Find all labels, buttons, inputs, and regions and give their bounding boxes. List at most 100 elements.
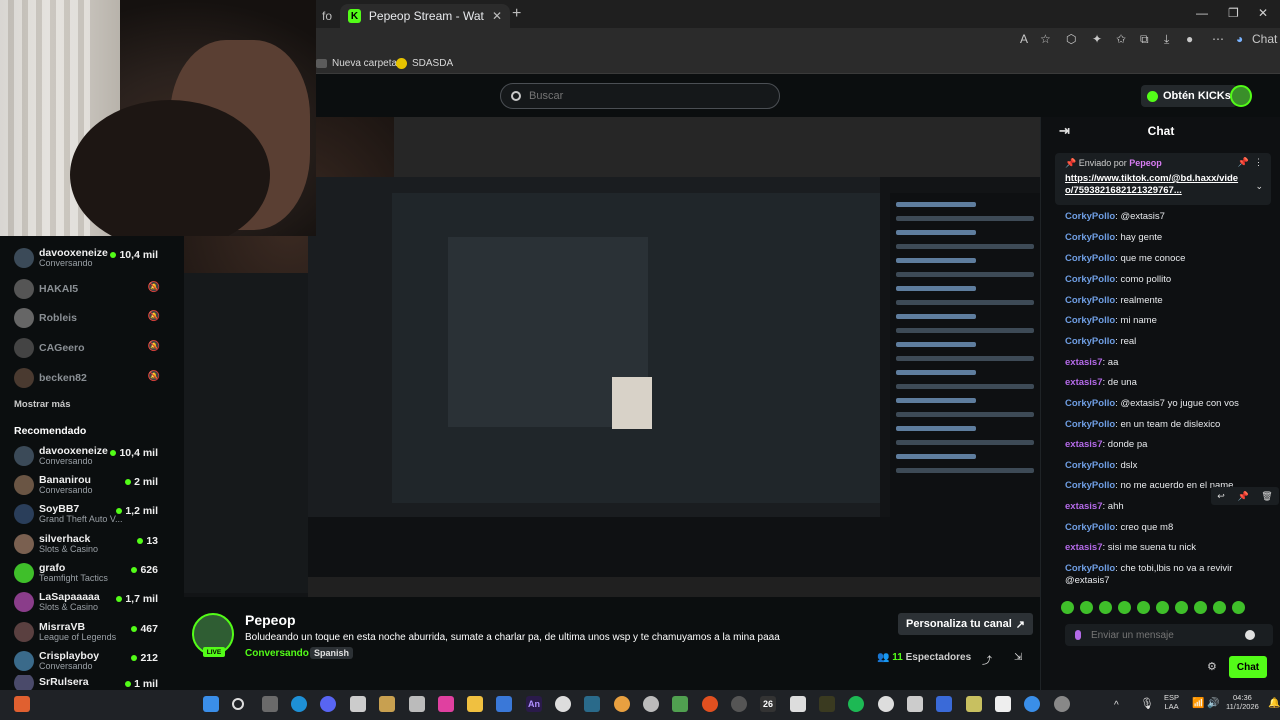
chat-username[interactable]: CorkyPollo [1065,253,1115,264]
chat-username[interactable]: CorkyPollo [1065,232,1115,243]
chat-message[interactable]: extasis7: donde pa [1065,439,1265,451]
stream-category[interactable]: Conversando [245,648,309,659]
chat-message[interactable]: CorkyPollo: en un team de dislexico [1065,419,1265,431]
steam-icon[interactable] [1054,696,1070,712]
send-chat-button[interactable]: Chat [1229,656,1267,678]
app-icon[interactable] [995,696,1011,712]
sidebar-item-following[interactable]: Robleis 🔕 [14,306,180,330]
sidebar-item-following[interactable]: CAGeero 🔕 [14,336,180,360]
chat-button-label[interactable]: Chat [1252,32,1277,46]
discord-icon[interactable] [320,696,336,712]
tab-active[interactable]: K Pepeop Stream - Watch Live on Ki ✕ [340,4,510,28]
sidebar-item-following[interactable]: davooxeneize Conversando 10,4 mil [14,246,180,270]
sidebar-item-following[interactable]: HAKAI5 🔕 [14,277,180,301]
chat-message[interactable]: CorkyPollo: che tobi,lbis no va a revivi… [1065,563,1265,588]
close-window-icon[interactable]: ✕ [1258,6,1268,20]
start-icon[interactable] [203,696,219,712]
new-tab-icon[interactable]: + [512,5,521,23]
chat-message[interactable]: CorkyPollo: dslx [1065,460,1265,472]
chat-username[interactable]: CorkyPollo [1065,315,1115,326]
collections-icon[interactable]: ⧉ [1140,32,1149,47]
emote-icon[interactable] [1213,601,1226,614]
emote-icon[interactable] [1061,601,1074,614]
chat-message[interactable]: CorkyPollo: creo que m8 [1065,522,1265,534]
microphone-icon[interactable]: 🎙 [1140,698,1154,711]
instagram-icon[interactable] [438,696,454,712]
sidebar-item-recommended[interactable]: grafo Teamfight Tactics 626 [14,561,180,585]
chat-message[interactable]: CorkyPollo: que me conoce [1065,253,1265,265]
app-icon[interactable] [936,696,952,712]
more-options-icon[interactable]: ⋮ [1254,157,1263,168]
downloads-icon[interactable]: ⤓ [1164,32,1169,47]
emote-icon[interactable] [1232,601,1245,614]
app-icon[interactable] [643,696,659,712]
clock[interactable]: 04:36 11/1/2026 [1226,693,1259,711]
streamer-name[interactable]: Pepeop [245,612,296,628]
show-more-link[interactable]: Mostrar más [14,399,71,410]
follow-icon[interactable]: ⇲ [1014,652,1022,663]
chat-message[interactable]: CorkyPollo: @extasis7 yo jugue con vos [1065,398,1265,410]
chat-message[interactable]: extasis7: de una [1065,377,1265,389]
emote-icon[interactable] [1118,601,1131,614]
blender-icon[interactable] [614,696,630,712]
chat-message[interactable]: CorkyPollo: mi name [1065,315,1265,327]
chat-username[interactable]: extasis7 [1065,439,1103,450]
microphone-icon[interactable] [1075,630,1081,640]
language-tag[interactable]: Spanish [310,647,354,659]
app-icon[interactable] [819,696,835,712]
chat-username[interactable]: extasis7 [1065,377,1103,388]
chat-input[interactable] [1091,629,1231,641]
share-icon[interactable]: ⤴ [982,652,992,667]
chat-username[interactable]: CorkyPollo [1065,295,1115,306]
app-icon[interactable] [907,696,923,712]
copilot-icon[interactable]: ◕ [1236,32,1243,46]
chat-username[interactable]: CorkyPollo [1065,398,1115,409]
chat-message[interactable]: extasis7: aa [1065,357,1265,369]
search-icon[interactable] [232,698,244,710]
wifi-icon[interactable]: 📶 [1192,698,1204,710]
chat-message[interactable]: CorkyPollo: como pollito [1065,274,1265,286]
app-icon[interactable] [731,696,747,712]
sidebar-item-recommended[interactable]: silverhack Slots & Casino 13 [14,532,180,556]
emote-icon[interactable] [1156,601,1169,614]
emoji-icon[interactable] [1245,630,1255,640]
store-icon[interactable] [496,696,512,712]
read-aloud-icon[interactable]: A [1020,32,1028,46]
sidebar-item-recommended[interactable]: Crisplayboy Conversando 212 [14,649,180,673]
task-view-icon[interactable] [262,696,278,712]
app-icon[interactable] [702,696,718,712]
emote-icon[interactable] [1137,601,1150,614]
widgets-icon[interactable] [14,696,30,712]
customize-channel-button[interactable]: Personaliza tu canal ↗ [898,613,1033,635]
search-input[interactable] [529,90,749,102]
search-bar[interactable] [500,83,780,109]
unreal-icon[interactable] [555,696,571,712]
minimize-icon[interactable]: — [1196,6,1208,20]
app-icon[interactable] [350,696,366,712]
app-icon[interactable] [379,696,395,712]
extensions-icon[interactable]: ✦ [1092,32,1102,46]
tray-chevron-icon[interactable]: ^ [1114,700,1119,712]
app-icon[interactable] [1024,696,1040,712]
emote-icon[interactable] [1080,601,1093,614]
sidebar-item-recommended[interactable]: SoyBB7 Grand Theft Auto V... 1,2 mil [14,502,180,526]
chat-username[interactable]: CorkyPollo [1065,480,1115,491]
emote-icon[interactable] [1175,601,1188,614]
emote-icon[interactable] [1194,601,1207,614]
pin-icon[interactable]: 📌 [1238,157,1249,168]
chat-username[interactable]: CorkyPollo [1065,336,1115,347]
pin-message-icon[interactable]: 📌 [1237,491,1248,502]
chat-message[interactable]: CorkyPollo: @extasis7 [1065,211,1265,223]
maximize-icon[interactable]: ❐ [1228,6,1239,20]
chat-message[interactable]: CorkyPollo: realmente [1065,295,1265,307]
chat-username[interactable]: CorkyPollo [1065,419,1115,430]
sidebar-item-recommended[interactable]: davooxeneize Conversando 10,4 mil [14,444,180,468]
minecraft-icon[interactable] [672,696,688,712]
chevron-down-icon[interactable]: ⌄ [1255,181,1263,192]
spotify-icon[interactable] [848,696,864,712]
app-icon[interactable] [966,696,982,712]
chat-message[interactable]: extasis7: sisi me suena tu nick [1065,542,1265,554]
menu-dots-icon[interactable]: ⋯ [1212,32,1224,46]
chat-message[interactable]: CorkyPollo: hay gente [1065,232,1265,244]
notification-icon[interactable]: 🔔 [1268,698,1280,710]
